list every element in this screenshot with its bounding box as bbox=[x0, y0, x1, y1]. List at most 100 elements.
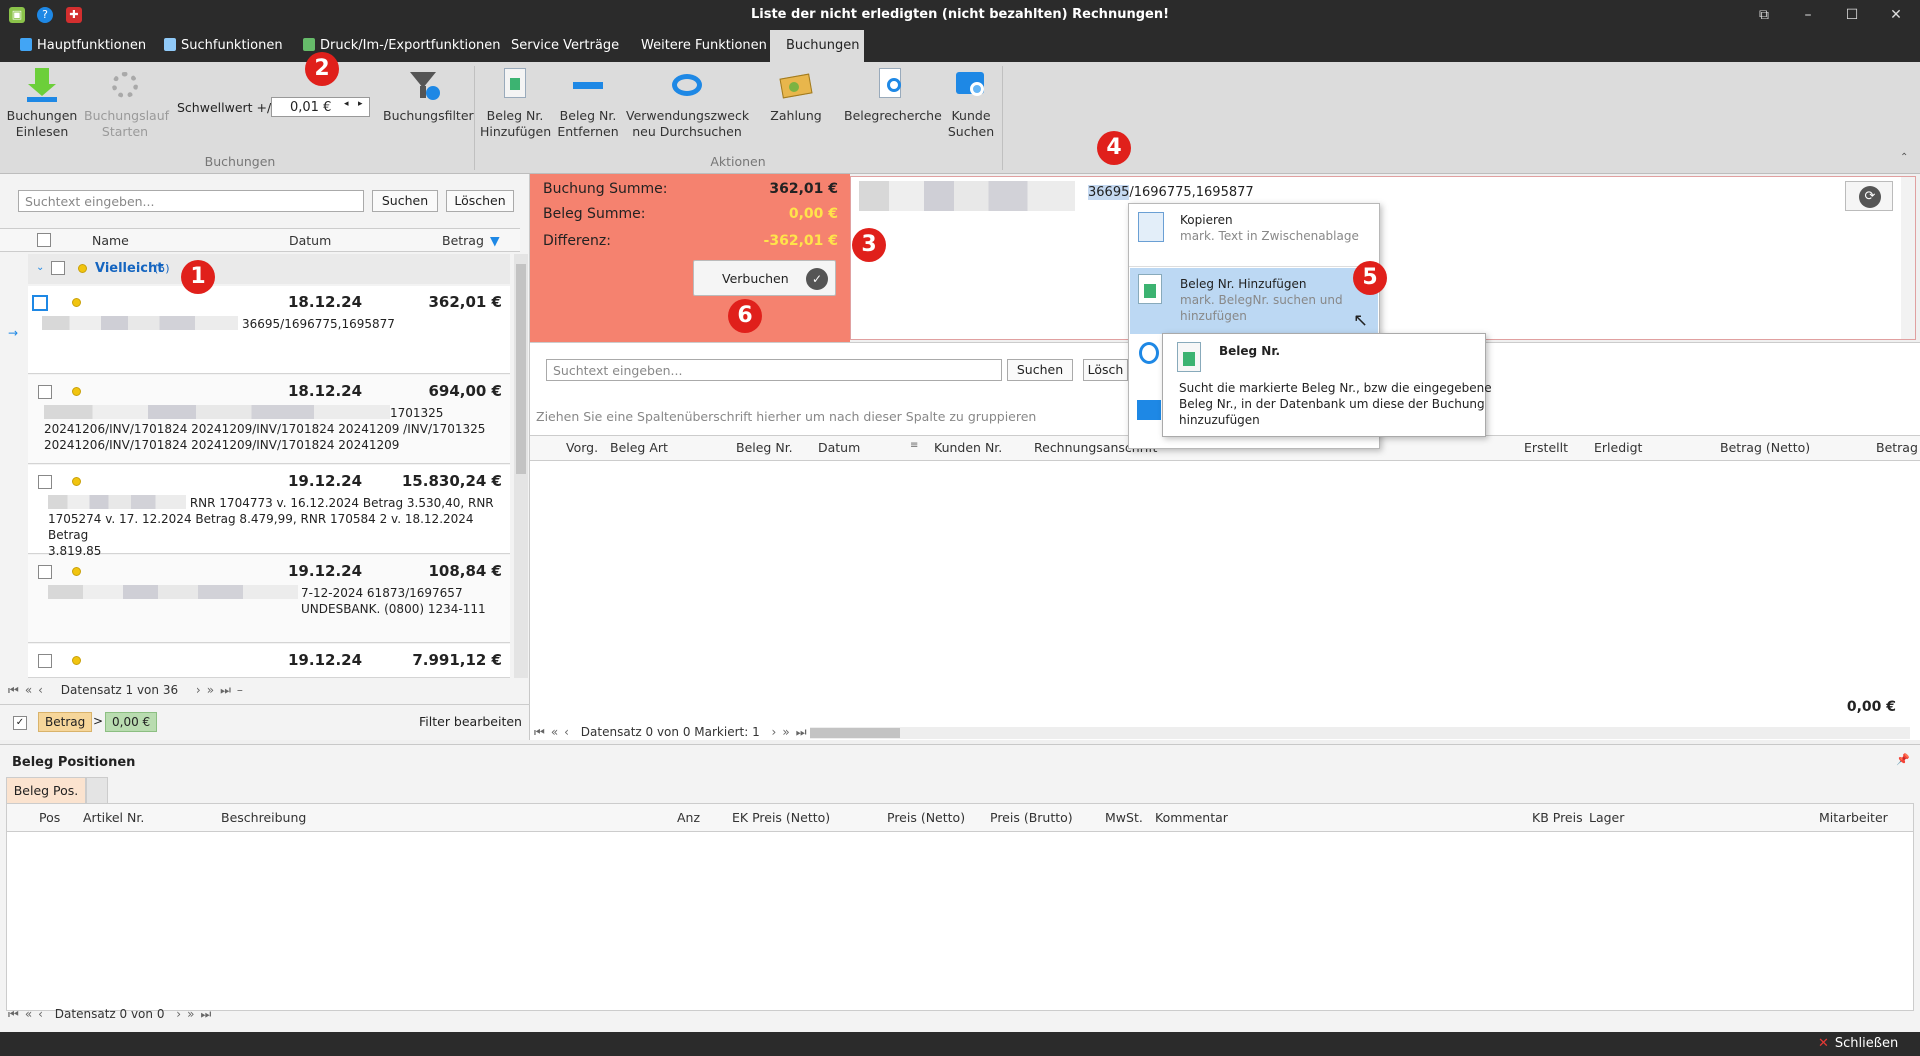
nav-next-icon[interactable]: › bbox=[176, 1007, 181, 1021]
chevron-down-icon[interactable]: ⌄ bbox=[36, 262, 44, 273]
right-clear-button[interactable]: Lösch bbox=[1083, 359, 1128, 381]
memo-scrollbar[interactable] bbox=[1901, 177, 1915, 339]
belegrecherche-menu-icon[interactable] bbox=[1139, 342, 1159, 364]
left-search-button[interactable]: Suchen bbox=[372, 190, 438, 212]
tab-suchfunktionen[interactable]: Suchfunktionen bbox=[154, 30, 293, 62]
col-preis-netto[interactable]: Preis (Netto) bbox=[887, 810, 965, 825]
col-mwst[interactable]: MwSt. bbox=[1105, 810, 1143, 825]
tab-weitere-funktionen[interactable]: Weitere Funktionen bbox=[631, 30, 777, 62]
group-row[interactable]: ⌄ Vielleicht (5) bbox=[28, 254, 510, 284]
nav-prev-icon[interactable]: ‹ bbox=[564, 725, 569, 739]
col-beschreibung[interactable]: Beschreibung bbox=[221, 810, 306, 825]
close-window-button[interactable]: ✕ bbox=[1886, 5, 1906, 25]
nav-next-page-icon[interactable]: » bbox=[207, 683, 214, 697]
col-vorg[interactable]: Vorg. bbox=[566, 440, 598, 455]
row-checkbox[interactable] bbox=[32, 295, 48, 311]
list-item[interactable]: 19.12.24 108,84 € 7-12-2024 61873/169765… bbox=[28, 555, 510, 643]
nav-next-page-icon[interactable]: » bbox=[187, 1007, 194, 1021]
scroll-thumb[interactable] bbox=[810, 728, 900, 738]
nav-last-icon[interactable]: ⏭ bbox=[200, 1007, 211, 1021]
minimize-button[interactable]: – bbox=[1798, 5, 1818, 25]
spin-right-icon[interactable]: ▸ bbox=[358, 99, 363, 109]
menu-item-beleg-hinzufuegen[interactable]: Beleg Nr. Hinzufügen mark. BelegNr. such… bbox=[1130, 268, 1378, 334]
left-search-input[interactable]: Suchtext eingeben... bbox=[18, 190, 364, 212]
col-artikel-nr[interactable]: Artikel Nr. bbox=[83, 810, 144, 825]
purpose-text-field[interactable]: 36695/1696775,1695877 ⟳ bbox=[850, 176, 1916, 340]
select-all-checkbox[interactable] bbox=[37, 233, 51, 247]
col-lager[interactable]: Lager bbox=[1589, 810, 1624, 825]
tab-hauptfunktionen[interactable]: Hauptfunktionen bbox=[10, 30, 156, 62]
scroll-thumb[interactable] bbox=[516, 264, 526, 474]
list-item[interactable]: 19.12.24 15.830,24 € RNR 1704773 v. 16.1… bbox=[28, 465, 510, 558]
buchungsfilter-button[interactable]: Buchungsfilter bbox=[383, 68, 474, 124]
col-betrag[interactable]: Betrag bbox=[1876, 440, 1918, 455]
row-checkbox[interactable] bbox=[38, 475, 52, 489]
filter-edit-link[interactable]: Filter bearbeiten bbox=[419, 714, 522, 729]
restore-layout-icon[interactable]: ⧉ bbox=[1754, 5, 1774, 25]
nav-first-icon[interactable]: ⏮ bbox=[534, 725, 545, 739]
filter-enabled-checkbox[interactable]: ✓ bbox=[13, 716, 27, 730]
nav-last-icon[interactable]: ⏭ bbox=[796, 725, 807, 739]
tab-buchungen[interactable]: Buchungen bbox=[770, 30, 864, 62]
list-item[interactable]: 19.12.24 7.991,12 € bbox=[28, 644, 510, 678]
col-pos[interactable]: Pos bbox=[39, 810, 60, 825]
col-name[interactable]: Name bbox=[92, 233, 129, 248]
col-preis-brutto[interactable]: Preis (Brutto) bbox=[990, 810, 1073, 825]
right-search-input[interactable]: Suchtext eingeben... bbox=[546, 359, 1002, 381]
col-kommentar[interactable]: Kommentar bbox=[1155, 810, 1228, 825]
filter-field[interactable]: Betrag bbox=[38, 712, 93, 732]
nav-last-icon[interactable]: ⏭ bbox=[220, 683, 231, 697]
beleg-entfernen-button[interactable]: Beleg Nr. Entfernen bbox=[553, 68, 623, 140]
kunde-suchen-button[interactable]: Kunde Suchen bbox=[946, 68, 996, 140]
col-kb-preis[interactable]: KB Preis bbox=[1532, 810, 1583, 825]
menu-item-kopieren[interactable]: Kopieren mark. Text in Zwischenablage bbox=[1130, 206, 1378, 252]
group-checkbox[interactable] bbox=[51, 261, 65, 275]
nav-prev-icon[interactable]: ‹ bbox=[38, 1007, 43, 1021]
horizontal-scrollbar[interactable] bbox=[810, 727, 1910, 739]
col-beleg-art[interactable]: Beleg Art bbox=[610, 440, 668, 455]
spin-left-icon[interactable]: ◂ bbox=[344, 99, 349, 109]
row-checkbox[interactable] bbox=[38, 385, 52, 399]
nav-prev-page-icon[interactable]: « bbox=[25, 683, 32, 697]
tab-beleg-pos[interactable]: Beleg Pos. bbox=[6, 777, 86, 803]
kunde-suchen-menu-icon[interactable] bbox=[1137, 400, 1161, 420]
verbuchen-button[interactable]: Verbuchen ✓ bbox=[693, 260, 836, 296]
close-app-button[interactable]: ✕ Schließen bbox=[1818, 1036, 1898, 1051]
nav-prev-page-icon[interactable]: « bbox=[551, 725, 558, 739]
verwendungszweck-button[interactable]: Verwendungszweck neu Durchsuchen bbox=[626, 68, 749, 140]
filter-operator[interactable]: > bbox=[93, 714, 103, 728]
col-betrag[interactable]: Betrag bbox=[442, 233, 484, 248]
filter-value[interactable]: 0,00 € bbox=[105, 712, 158, 732]
nav-prev-icon[interactable]: ‹ bbox=[38, 683, 43, 697]
col-mitarbeiter[interactable]: Mitarbeiter bbox=[1819, 810, 1888, 825]
zahlung-button[interactable]: Zahlung bbox=[760, 68, 832, 124]
col-erledigt[interactable]: Erledigt bbox=[1594, 440, 1642, 455]
col-anz[interactable]: Anz bbox=[677, 810, 700, 825]
left-clear-button[interactable]: Löschen bbox=[446, 190, 514, 212]
row-checkbox[interactable] bbox=[38, 565, 52, 579]
nav-next-icon[interactable]: › bbox=[772, 725, 777, 739]
buchungen-einlesen-button[interactable]: Buchungen Einlesen bbox=[6, 68, 78, 140]
col-datum[interactable]: Datum bbox=[818, 440, 860, 455]
col-kunden-nr[interactable]: Kunden Nr. bbox=[934, 440, 1002, 455]
col-erstellt[interactable]: Erstellt bbox=[1524, 440, 1568, 455]
maximize-button[interactable]: ☐ bbox=[1842, 5, 1862, 25]
refresh-button[interactable]: ⟳ bbox=[1845, 181, 1893, 211]
col-beleg-nr[interactable]: Beleg Nr. bbox=[736, 440, 793, 455]
list-item[interactable]: 18.12.24 694,00 € 1701325 20241206/INV/17… bbox=[28, 375, 510, 464]
beleg-hinzufuegen-button[interactable]: Beleg Nr. Hinzufügen bbox=[480, 68, 551, 140]
filter-active-icon[interactable]: ▼ bbox=[490, 233, 500, 248]
col-datum[interactable]: Datum bbox=[289, 233, 331, 248]
nav-first-icon[interactable]: ⏮ bbox=[8, 683, 19, 697]
nav-next-icon[interactable]: › bbox=[196, 683, 201, 697]
nav-next-page-icon[interactable]: » bbox=[782, 725, 789, 739]
row-checkbox[interactable] bbox=[38, 654, 52, 668]
belegrecherche-button[interactable]: Belegrecherche bbox=[844, 68, 942, 124]
left-scrollbar[interactable] bbox=[514, 254, 528, 678]
list-item[interactable]: 18.12.24 362,01 € 36695/1696775,1695877 bbox=[28, 286, 510, 374]
nav-prev-page-icon[interactable]: « bbox=[25, 1007, 32, 1021]
schwellwert-spinner[interactable]: 0,01 € ◂ ▸ bbox=[271, 97, 370, 117]
right-search-button[interactable]: Suchen bbox=[1007, 359, 1073, 381]
nav-first-icon[interactable]: ⏮ bbox=[8, 1007, 19, 1021]
col-betrag-netto[interactable]: Betrag (Netto) bbox=[1720, 440, 1810, 455]
